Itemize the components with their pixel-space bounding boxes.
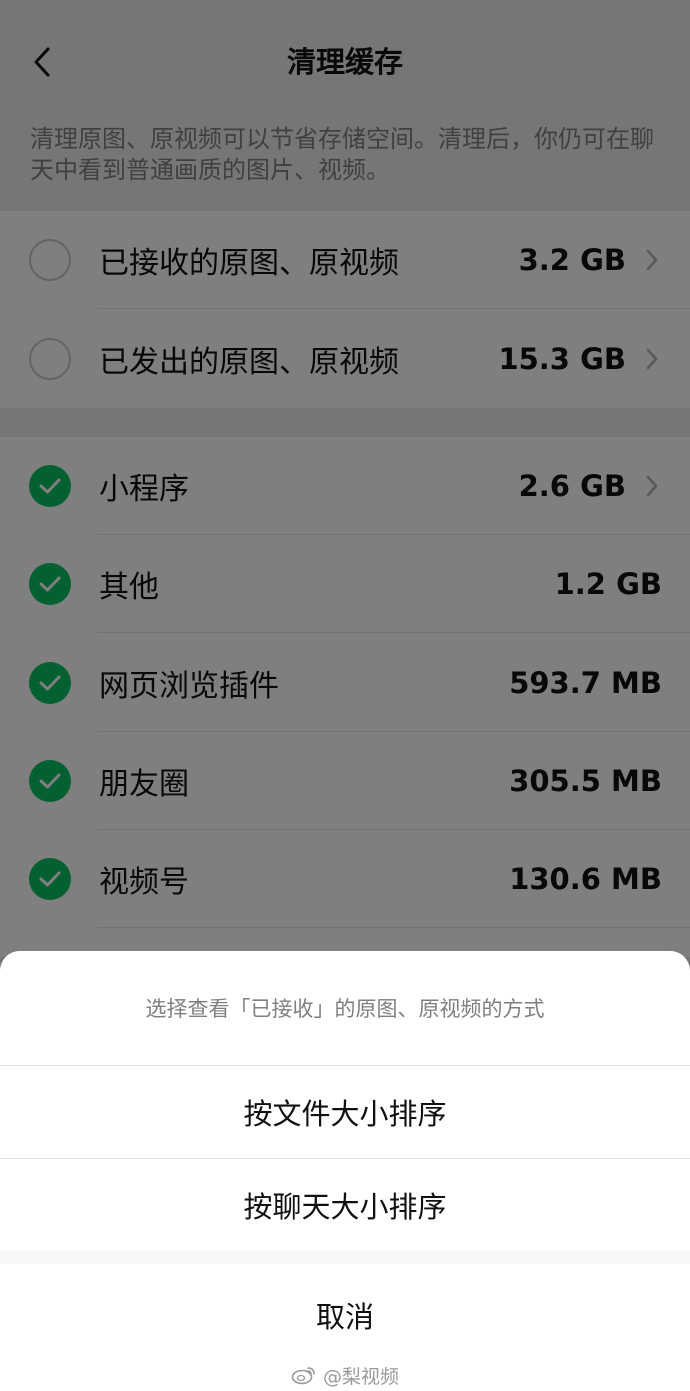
watermark-text: @梨视频 <box>322 1365 399 1388</box>
weibo-logo-icon <box>291 1367 315 1385</box>
sort-by-file-size-button[interactable]: 按文件大小排序 <box>0 1065 690 1158</box>
action-sheet: 选择查看「已接收」的原图、原视频的方式 按文件大小排序 按聊天大小排序 取消 <box>0 951 690 1391</box>
watermark: @梨视频 <box>0 1362 690 1388</box>
sort-by-chat-size-button[interactable]: 按聊天大小排序 <box>0 1158 690 1251</box>
action-sheet-title: 选择查看「已接收」的原图、原视频的方式 <box>0 951 690 1065</box>
